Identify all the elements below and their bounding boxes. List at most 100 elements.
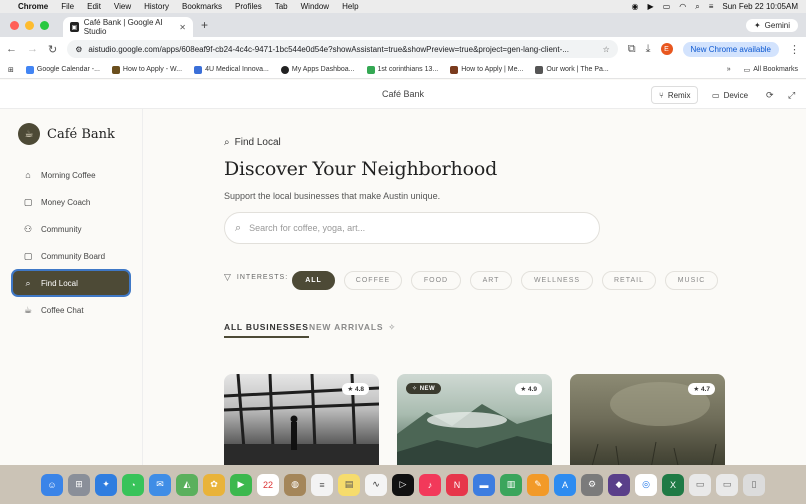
forward-icon[interactable]: →: [27, 43, 38, 55]
bookmark-item[interactable]: Our work | The Pa...: [535, 65, 609, 74]
menu-help[interactable]: Help: [342, 2, 358, 11]
tv-icon[interactable]: ▷: [392, 473, 414, 496]
maps-icon[interactable]: ◭: [176, 473, 198, 496]
download-icon[interactable]: ⤓: [646, 43, 651, 56]
notes-icon[interactable]: ▤: [338, 473, 360, 496]
chrome-menu-icon[interactable]: ⋮: [789, 43, 800, 56]
rocket-icon: ✧: [388, 322, 397, 332]
pages-icon[interactable]: ✎: [527, 473, 549, 496]
messages-icon[interactable]: ◔: [122, 473, 144, 496]
bookmark-star-icon[interactable]: ☆: [603, 45, 610, 54]
facetime-icon[interactable]: ▶: [230, 473, 252, 496]
close-tab-icon[interactable]: ✕: [179, 23, 186, 32]
sidebar-item-morning-coffee[interactable]: ⌂ Morning Coffee: [12, 162, 130, 188]
menu-edit[interactable]: Edit: [87, 2, 101, 11]
remix-button[interactable]: ⑂ Remix: [651, 86, 699, 104]
launchpad-icon[interactable]: ⊞: [68, 473, 90, 496]
menu-file[interactable]: File: [61, 2, 74, 11]
minimize-window-button[interactable]: [25, 20, 34, 30]
chip-wellness[interactable]: WELLNESS: [521, 271, 593, 290]
menu-tab[interactable]: Tab: [275, 2, 288, 11]
sidebar-item-community[interactable]: ⚇ Community: [12, 216, 130, 242]
bookmark-item[interactable]: Google Calendar -...: [25, 65, 100, 74]
sidebar-item-money-coach[interactable]: ▢ Money Coach: [12, 189, 130, 215]
mail-icon[interactable]: ✉: [149, 473, 171, 496]
freeform-icon[interactable]: ∿: [365, 473, 387, 496]
chip-coffee[interactable]: COFFEE: [344, 271, 402, 290]
finder-icon[interactable]: ☺: [41, 473, 63, 496]
safari-icon[interactable]: ✦: [95, 473, 117, 496]
menu-history[interactable]: History: [144, 2, 169, 11]
business-card[interactable]: ✧ NEW ★ 4.9: [397, 374, 552, 474]
sidebar-item-coffee-chat[interactable]: ☕ Coffee Chat: [12, 297, 130, 323]
contacts-icon[interactable]: ◍: [284, 473, 306, 496]
trash-icon[interactable]: ▯: [743, 473, 765, 496]
extensions-icon[interactable]: ⧉: [628, 43, 636, 56]
keynote-icon[interactable]: ▬: [473, 473, 495, 496]
chip-art[interactable]: ART: [470, 271, 512, 290]
gemini-button[interactable]: ✦ Gemini: [745, 18, 798, 32]
menu-window[interactable]: Window: [301, 2, 329, 11]
chip-all[interactable]: ALL: [292, 271, 335, 290]
reload-icon[interactable]: ↻: [48, 43, 57, 56]
downloads-stack-icon[interactable]: ▭: [689, 473, 711, 496]
bookmark-item[interactable]: How to Apply - W...: [111, 65, 182, 74]
numbers-icon[interactable]: ▥: [500, 473, 522, 496]
sidebar-item-find-local[interactable]: ⌕ Find Local: [11, 269, 131, 297]
bookmark-item[interactable]: 4U Medical Innova...: [194, 65, 269, 74]
sidebar-item-community-board[interactable]: ▢ Community Board: [12, 243, 130, 269]
battery-icon[interactable]: ▭: [663, 2, 671, 11]
all-bookmarks-button[interactable]: » ▭ All Bookmarks: [727, 66, 798, 74]
calendar-icon[interactable]: 22: [257, 473, 279, 496]
menu-profiles[interactable]: Profiles: [235, 2, 262, 11]
apps-grid-icon[interactable]: ⊞: [8, 66, 14, 74]
fullscreen-icon[interactable]: ⤢: [788, 90, 795, 101]
bookmarks-bar: ⊞ Google Calendar -... How to Apply - W.…: [0, 61, 806, 79]
back-icon[interactable]: ←: [6, 43, 17, 55]
new-chrome-available-button[interactable]: New Chrome available: [682, 41, 779, 57]
device-button[interactable]: ▭ Device: [706, 86, 754, 104]
browser-tab[interactable]: ▣ Café Bank | Google AI Studio ✕: [63, 17, 193, 37]
music-icon[interactable]: ♪: [419, 473, 441, 496]
app-store-icon[interactable]: A: [554, 473, 576, 496]
site-info-icon[interactable]: ⚙: [75, 45, 82, 54]
menubar-clock[interactable]: Sun Feb 22 10:05AM: [722, 2, 798, 11]
chrome-icon[interactable]: ◎: [635, 473, 657, 496]
refresh-icon[interactable]: ⟳: [766, 90, 774, 101]
close-window-button[interactable]: [10, 20, 19, 30]
chip-food[interactable]: FOOD: [411, 271, 461, 290]
tab-all-businesses[interactable]: ALL BUSINESSES: [224, 322, 309, 338]
bookmark-item[interactable]: 1st corinthians 13...: [366, 65, 438, 74]
system-settings-icon[interactable]: ⚙: [581, 473, 603, 496]
app-icon[interactable]: ◆: [608, 473, 630, 496]
record-icon[interactable]: ◉: [632, 2, 639, 11]
documents-stack-icon[interactable]: ▭: [716, 473, 738, 496]
device-icon: ▭: [712, 90, 720, 100]
wifi-icon[interactable]: ◠: [679, 2, 686, 11]
bookmark-item[interactable]: How to Apply | Me...: [450, 65, 523, 74]
excel-icon[interactable]: X: [662, 473, 684, 496]
business-card[interactable]: ★ 4.8: [224, 374, 379, 474]
zoom-window-button[interactable]: [40, 20, 49, 30]
business-card[interactable]: ★ 4.7: [570, 374, 725, 474]
spotlight-icon[interactable]: ⌕: [695, 2, 699, 12]
new-tab-icon[interactable]: +: [201, 18, 208, 32]
news-icon[interactable]: N: [446, 473, 468, 496]
reminders-icon[interactable]: ≡: [311, 473, 333, 496]
profile-avatar[interactable]: E: [660, 43, 673, 55]
chevron-double-right-icon[interactable]: »: [727, 66, 731, 73]
tab-new-arrivals[interactable]: NEW ARRIVALS ✧: [309, 322, 396, 333]
photos-icon[interactable]: ✿: [203, 473, 225, 496]
chip-music[interactable]: MUSIC: [665, 271, 718, 290]
control-center-icon[interactable]: ≡: [709, 2, 714, 11]
menu-bookmarks[interactable]: Bookmarks: [182, 2, 222, 11]
chip-retail[interactable]: RETAIL: [602, 271, 656, 290]
search-input[interactable]: [249, 223, 570, 233]
address-bar[interactable]: ⚙ aistudio.google.com/apps/608eaf9f-cb24…: [67, 40, 618, 58]
google-favicon-icon: [366, 65, 375, 74]
brand[interactable]: ☕ Café Bank: [18, 123, 115, 145]
menu-app-name[interactable]: Chrome: [18, 2, 48, 11]
menu-view[interactable]: View: [114, 2, 131, 11]
play-icon[interactable]: ▶: [648, 2, 654, 11]
bookmark-item[interactable]: My Apps Dashboa...: [280, 65, 355, 74]
